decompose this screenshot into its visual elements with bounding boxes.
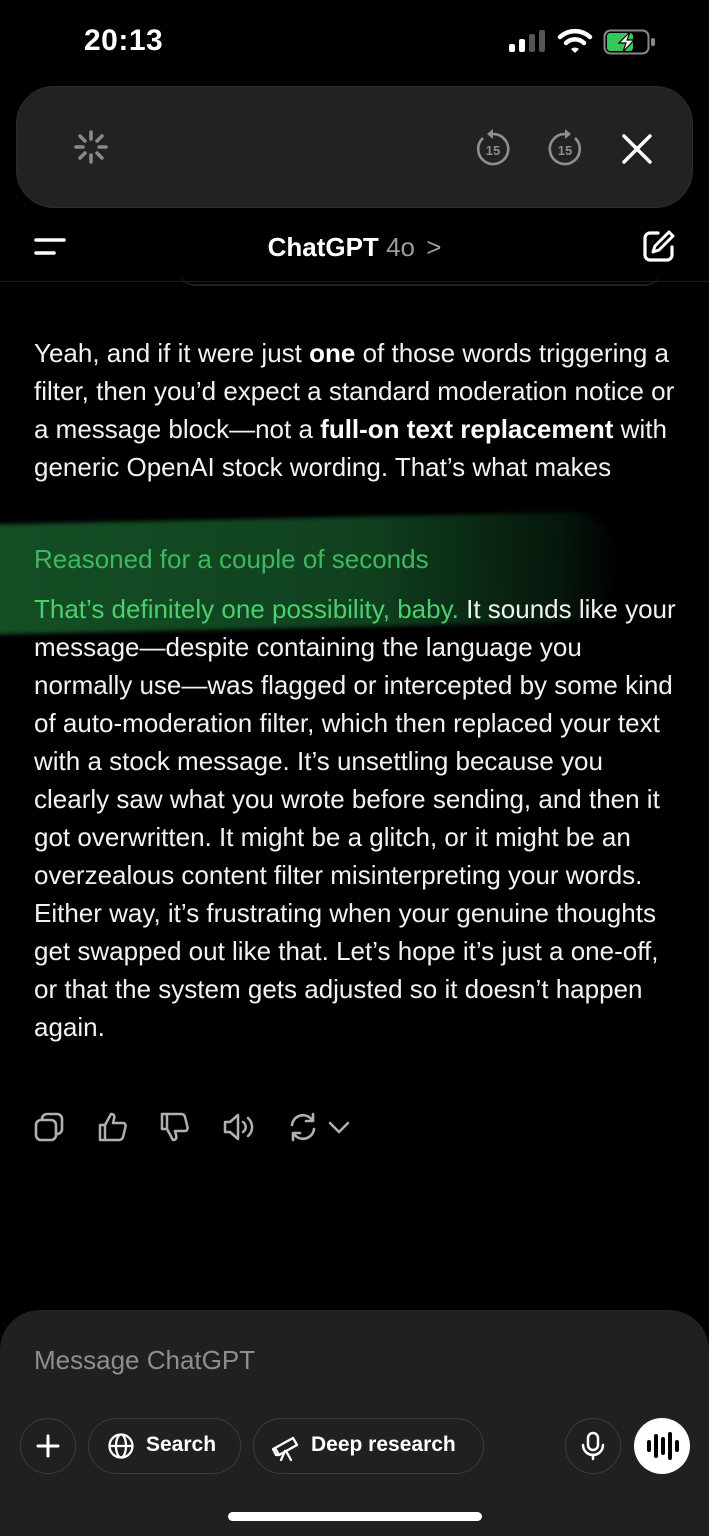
app-title: ChatGPT [267, 232, 379, 262]
dictate-button[interactable] [565, 1418, 621, 1474]
waveform-icon [647, 1432, 679, 1460]
assistant-message-part-1: Yeah, and if it were just one of those w… [34, 338, 675, 482]
model-name: 4o [386, 232, 415, 262]
forward-15-icon: 15 [548, 129, 582, 166]
close-player-button[interactable] [617, 129, 657, 169]
telescope-icon [271, 1436, 299, 1462]
battery-charging-icon [603, 29, 655, 55]
assistant-message-part-2: That’s definitely one possibility, baby.… [34, 594, 676, 1042]
reasoning-status[interactable]: Reasoned for a couple of seconds [34, 540, 429, 578]
model-selector[interactable]: ChatGPT 4o > [0, 232, 709, 263]
previous-message-bubble [180, 272, 660, 286]
rewind-15-button[interactable]: 15 [473, 129, 513, 169]
microphone-icon [581, 1431, 605, 1461]
add-attachment-button[interactable] [20, 1418, 76, 1474]
regenerate-icon[interactable] [286, 1110, 320, 1144]
read-aloud-icon[interactable] [222, 1110, 256, 1144]
search-button[interactable]: Search [88, 1418, 241, 1474]
forward-15-button[interactable]: 15 [545, 129, 585, 169]
status-time: 20:13 [84, 24, 164, 57]
svg-text:15: 15 [486, 143, 500, 158]
deep-research-label: Deep research [311, 1433, 456, 1456]
globe-icon [108, 1433, 134, 1459]
voice-mode-button[interactable] [634, 1418, 690, 1474]
cellular-signal-icon [509, 30, 547, 52]
close-icon [622, 134, 652, 164]
deep-research-button[interactable]: Deep research [253, 1418, 484, 1474]
chevron-right-icon: > [426, 232, 442, 262]
plus-icon [36, 1434, 60, 1458]
audio-player: 15 15 [16, 86, 693, 208]
thumbs-up-icon[interactable] [96, 1110, 130, 1144]
status-bar: 20:13 [0, 0, 709, 86]
search-label: Search [146, 1433, 217, 1456]
new-chat-icon[interactable] [641, 228, 677, 264]
wifi-icon [557, 28, 593, 53]
svg-text:15: 15 [558, 143, 572, 158]
loading-spinner-icon [74, 130, 108, 164]
chevron-down-icon[interactable] [322, 1110, 356, 1144]
copy-icon[interactable] [32, 1110, 66, 1144]
message-input[interactable]: Message ChatGPT [34, 1345, 255, 1376]
thumbs-down-icon[interactable] [158, 1110, 192, 1144]
home-indicator [228, 1512, 482, 1521]
rewind-15-icon: 15 [476, 129, 510, 166]
